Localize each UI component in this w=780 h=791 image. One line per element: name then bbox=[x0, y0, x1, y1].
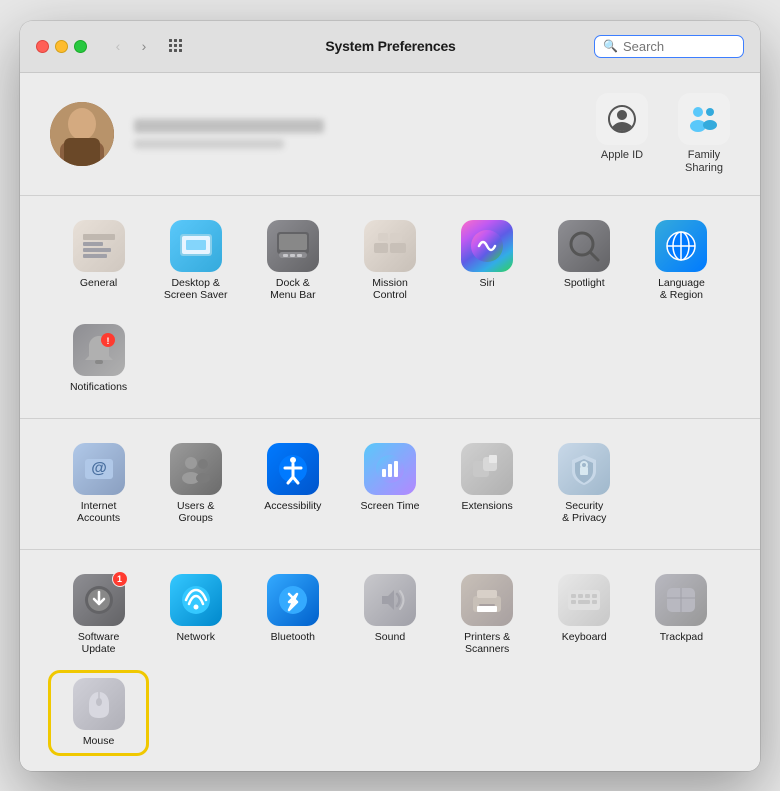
pref-keyboard[interactable]: Keyboard bbox=[536, 568, 633, 662]
pref-mouse[interactable]: Mouse bbox=[50, 672, 147, 754]
pref-mouse-label: Mouse bbox=[83, 735, 115, 748]
search-input[interactable] bbox=[623, 39, 733, 54]
pref-desktop-label: Desktop &Screen Saver bbox=[164, 277, 228, 302]
pref-bluetooth-label: Bluetooth bbox=[271, 631, 315, 644]
pref-printers-label: Printers &Scanners bbox=[464, 631, 510, 656]
pref-users-label: Users &Groups bbox=[177, 500, 214, 525]
pref-network[interactable]: Network bbox=[147, 568, 244, 662]
titlebar: ‹ › System Preferences 🔍 bbox=[20, 21, 760, 73]
system-grid: @ InternetAccounts Us bbox=[50, 437, 730, 531]
pref-internet[interactable]: @ InternetAccounts bbox=[50, 437, 147, 531]
software-update-badge: 1 bbox=[112, 571, 128, 587]
pref-mission-label: MissionControl bbox=[372, 277, 408, 302]
pref-sound-label: Sound bbox=[375, 631, 405, 644]
pref-screentime-label: Screen Time bbox=[361, 500, 420, 513]
family-sharing-button[interactable]: FamilySharing bbox=[678, 93, 730, 175]
profile-right: Apple ID FamilySharing bbox=[596, 93, 730, 175]
pref-security-label: Security& Privacy bbox=[562, 500, 606, 525]
pref-extensions[interactable]: Extensions bbox=[439, 437, 536, 531]
pref-general[interactable]: General bbox=[50, 214, 147, 308]
pref-siri[interactable]: Siri bbox=[439, 214, 536, 308]
profile-email bbox=[134, 139, 284, 149]
pref-trackpad[interactable]: Trackpad bbox=[633, 568, 730, 662]
maximize-button[interactable] bbox=[74, 40, 87, 53]
system-preferences-window: ‹ › System Preferences 🔍 bbox=[20, 21, 760, 771]
pref-printers[interactable]: Printers &Scanners bbox=[439, 568, 536, 662]
pref-screentime[interactable]: Screen Time bbox=[341, 437, 438, 531]
pref-bluetooth[interactable]: Bluetooth bbox=[244, 568, 341, 662]
pref-software[interactable]: 1 SoftwareUpdate bbox=[50, 568, 147, 662]
personal-grid: General Desktop &Screen Saver bbox=[50, 214, 730, 400]
content-area: Apple ID FamilySharing bbox=[20, 73, 760, 771]
nav-buttons: ‹ › bbox=[107, 35, 155, 57]
profile-icons-row: Apple ID FamilySharing bbox=[596, 93, 730, 175]
pref-language[interactable]: Language& Region bbox=[633, 214, 730, 308]
pref-accessibility[interactable]: Accessibility bbox=[244, 437, 341, 531]
minimize-button[interactable] bbox=[55, 40, 68, 53]
pref-sound[interactable]: Sound bbox=[341, 568, 438, 662]
avatar[interactable] bbox=[50, 102, 114, 166]
pref-keyboard-label: Keyboard bbox=[562, 631, 607, 644]
forward-button[interactable]: › bbox=[133, 35, 155, 57]
pref-desktop[interactable]: Desktop &Screen Saver bbox=[147, 214, 244, 308]
pref-notifications[interactable]: ! Notifications bbox=[50, 318, 147, 400]
pref-spotlight[interactable]: Spotlight bbox=[536, 214, 633, 308]
search-icon: 🔍 bbox=[603, 39, 618, 53]
pref-siri-label: Siri bbox=[480, 277, 495, 290]
close-button[interactable] bbox=[36, 40, 49, 53]
family-sharing-label: FamilySharing bbox=[685, 149, 723, 175]
pref-language-label: Language& Region bbox=[658, 277, 705, 302]
section-personal: General Desktop &Screen Saver bbox=[20, 196, 760, 419]
pref-software-label: SoftwareUpdate bbox=[78, 631, 119, 656]
pref-users[interactable]: Users &Groups bbox=[147, 437, 244, 531]
pref-spotlight-label: Spotlight bbox=[564, 277, 605, 290]
apple-id-label: Apple ID bbox=[601, 149, 643, 162]
search-box[interactable]: 🔍 bbox=[594, 35, 744, 58]
profile-section: Apple ID FamilySharing bbox=[20, 73, 760, 196]
section-system: @ InternetAccounts Us bbox=[20, 419, 760, 550]
back-button[interactable]: ‹ bbox=[107, 35, 129, 57]
pref-mission[interactable]: MissionControl bbox=[341, 214, 438, 308]
section-hardware: 1 SoftwareUpdate Network bbox=[20, 550, 760, 771]
svg-text:@: @ bbox=[91, 460, 107, 477]
pref-dock[interactable]: Dock &Menu Bar bbox=[244, 214, 341, 308]
pref-internet-label: InternetAccounts bbox=[77, 500, 120, 525]
profile-info bbox=[134, 119, 324, 149]
traffic-lights bbox=[36, 40, 87, 53]
pref-extensions-label: Extensions bbox=[461, 500, 512, 513]
apple-id-button[interactable]: Apple ID bbox=[596, 93, 648, 175]
pref-notifications-label: Notifications bbox=[70, 381, 127, 394]
pref-dock-label: Dock &Menu Bar bbox=[270, 277, 316, 302]
profile-name bbox=[134, 119, 324, 133]
pref-network-label: Network bbox=[176, 631, 215, 644]
window-title: System Preferences bbox=[197, 38, 584, 54]
pref-general-label: General bbox=[80, 277, 117, 290]
svg-text:!: ! bbox=[106, 336, 109, 346]
pref-trackpad-label: Trackpad bbox=[660, 631, 703, 644]
hardware-grid: 1 SoftwareUpdate Network bbox=[50, 568, 730, 754]
grid-button[interactable] bbox=[165, 35, 187, 57]
pref-accessibility-label: Accessibility bbox=[264, 500, 321, 513]
pref-security[interactable]: Security& Privacy bbox=[536, 437, 633, 531]
